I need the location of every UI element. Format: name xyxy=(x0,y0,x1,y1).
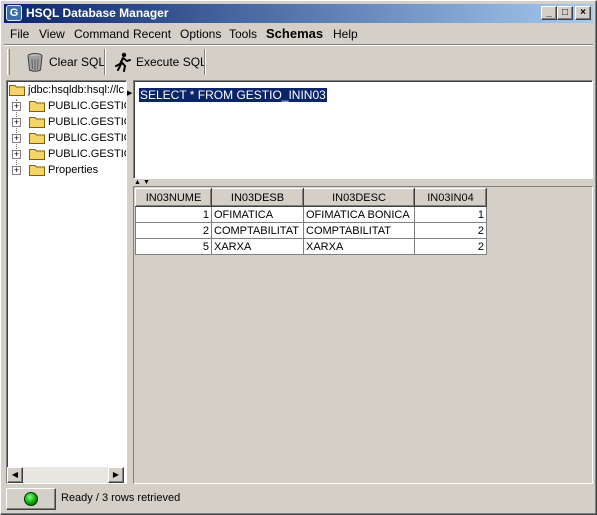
clear-sql-label: Clear SQL xyxy=(49,55,106,69)
tree-item-label: Properties xyxy=(48,164,99,176)
table-cell[interactable]: 2 xyxy=(414,238,487,255)
clear-sql-button[interactable]: Clear SQL xyxy=(22,49,109,75)
table-cell[interactable]: 1 xyxy=(414,206,487,223)
tree-item[interactable]: + PUBLIC.GESTIO xyxy=(9,146,127,162)
status-button[interactable] xyxy=(6,488,56,510)
table-row[interactable]: 2 COMPTABILITAT COMPTABILITAT 2 xyxy=(135,222,487,239)
app-window: G HSQL Database Manager _ □ × File View … xyxy=(0,0,597,515)
column-header[interactable]: IN03NUME xyxy=(135,188,212,207)
running-man-icon xyxy=(115,52,131,72)
expand-icon[interactable]: + xyxy=(12,118,21,127)
status-led-icon xyxy=(24,492,38,506)
tree-root-label: jdbc:hsqldb:hsql://lc xyxy=(28,84,124,96)
table-row[interactable]: 5 XARXA XARXA 2 xyxy=(135,238,487,255)
table-cell[interactable]: COMPTABILITAT xyxy=(303,222,415,239)
status-bar: Ready / 3 rows retrieved xyxy=(4,486,593,512)
tree-item[interactable]: + PUBLIC.GESTIO xyxy=(9,114,127,130)
expand-icon[interactable]: + xyxy=(12,150,21,159)
horizontal-splitter[interactable]: ▲ ▼ xyxy=(133,179,593,186)
table-row[interactable]: 1 OFIMATICA OFIMATICA BONICA 1 xyxy=(135,206,487,223)
tree-item-label: PUBLIC.GESTIO xyxy=(48,148,127,160)
table-cell[interactable]: 2 xyxy=(135,222,212,239)
table-cell[interactable]: 2 xyxy=(414,222,487,239)
menu-options[interactable]: Options xyxy=(180,27,221,41)
sql-query-text[interactable]: SELECT * FROM GESTIO_ININ03 xyxy=(139,88,327,102)
status-text: Ready / 3 rows retrieved xyxy=(61,492,181,504)
folder-icon xyxy=(9,85,25,96)
tree-item[interactable]: + PUBLIC.GESTIO xyxy=(9,98,127,114)
table-cell[interactable]: XARXA xyxy=(303,238,415,255)
tree-item-label: PUBLIC.GESTIO xyxy=(48,132,127,144)
result-table[interactable]: IN03NUME IN03DESB IN03DESC IN03IN04 1 OF… xyxy=(135,188,487,255)
sql-editor[interactable]: SELECT * FROM GESTIO_ININ03 xyxy=(133,80,593,179)
menu-command[interactable]: Command xyxy=(74,27,129,41)
execute-sql-label: Execute SQL xyxy=(136,55,207,69)
tree-item[interactable]: + PUBLIC.GESTIO xyxy=(9,130,127,146)
splitter-arrow-icon[interactable]: ▶ xyxy=(127,90,132,97)
splitter-up-icon[interactable]: ▲ xyxy=(134,179,141,186)
toolbar-separator xyxy=(104,49,106,75)
title-bar[interactable]: G HSQL Database Manager _ □ × xyxy=(4,4,593,23)
tree-item-label: PUBLIC.GESTIO xyxy=(48,100,127,112)
minimize-button[interactable]: _ xyxy=(541,6,557,20)
expand-icon[interactable]: + xyxy=(12,166,21,175)
table-cell[interactable]: OFIMATICA xyxy=(211,206,304,223)
folder-icon xyxy=(29,149,45,160)
trash-can-icon xyxy=(27,53,43,72)
toolbar-separator-end xyxy=(204,49,206,75)
menu-file[interactable]: File xyxy=(10,27,29,41)
maximize-button[interactable]: □ xyxy=(557,6,573,20)
toolbar-grip[interactable] xyxy=(7,49,10,75)
menu-schemas[interactable]: Schemas xyxy=(266,26,323,41)
expand-icon[interactable]: + xyxy=(12,134,21,143)
tree-item-label: PUBLIC.GESTIO xyxy=(48,116,127,128)
menu-view[interactable]: View xyxy=(39,27,65,41)
expand-icon[interactable]: + xyxy=(12,102,21,111)
tree-item-properties[interactable]: + Properties xyxy=(9,162,126,178)
app-icon: G xyxy=(6,5,22,21)
result-panel: IN03NUME IN03DESB IN03DESC IN03IN04 1 OF… xyxy=(133,186,593,484)
tree-root[interactable]: jdbc:hsqldb:hsql://lc xyxy=(9,82,126,98)
menu-bar: File View Command Recent Options Tools S… xyxy=(4,25,593,44)
table-cell[interactable]: OFIMATICA BONICA xyxy=(303,206,415,223)
tree-horizontal-scrollbar[interactable]: ◀ ▶ xyxy=(7,467,124,483)
table-cell[interactable]: COMPTABILITAT xyxy=(211,222,304,239)
column-header[interactable]: IN03IN04 xyxy=(414,188,487,207)
table-cell[interactable]: 5 xyxy=(135,238,212,255)
splitter-down-icon[interactable]: ▼ xyxy=(143,179,150,186)
table-header-row: IN03NUME IN03DESB IN03DESC IN03IN04 xyxy=(135,188,487,207)
menu-help[interactable]: Help xyxy=(333,27,358,41)
execute-sql-button[interactable]: Execute SQL xyxy=(110,49,211,75)
folder-icon xyxy=(29,101,45,112)
toolbar: Clear SQL Execute SQL xyxy=(4,46,593,78)
window-title: HSQL Database Manager xyxy=(26,6,169,20)
menu-recent[interactable]: Recent xyxy=(133,27,171,41)
table-cell[interactable]: XARXA xyxy=(211,238,304,255)
schema-tree[interactable]: jdbc:hsqldb:hsql://lc + PUBLIC.GESTIO + … xyxy=(6,80,127,484)
scroll-left-icon[interactable]: ◀ xyxy=(7,467,23,483)
table-cell[interactable]: 1 xyxy=(135,206,212,223)
column-header[interactable]: IN03DESC xyxy=(303,188,415,207)
folder-icon xyxy=(29,165,45,176)
scroll-right-icon[interactable]: ▶ xyxy=(108,467,124,483)
close-button[interactable]: × xyxy=(575,6,591,20)
column-header[interactable]: IN03DESB xyxy=(211,188,304,207)
menu-tools[interactable]: Tools xyxy=(229,27,257,41)
folder-icon xyxy=(29,117,45,128)
folder-icon xyxy=(29,133,45,144)
